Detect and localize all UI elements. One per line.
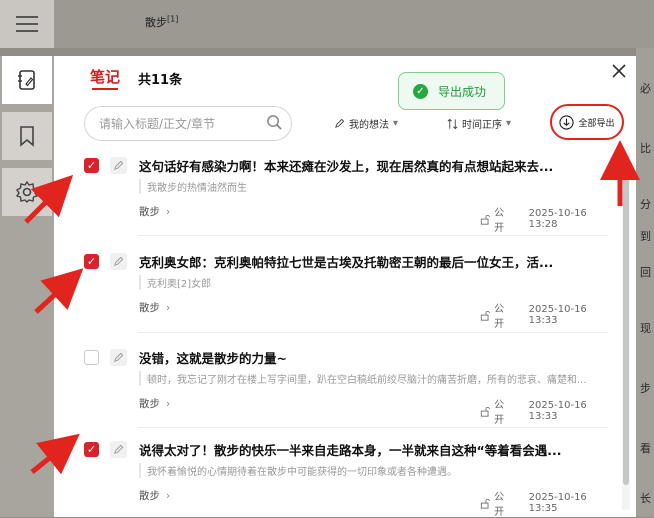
entry-meta: 公开 2025-10-16 13:35 — [480, 488, 612, 518]
filter-mine-dropdown[interactable]: 我的想法 ▾ — [334, 116, 398, 131]
sidebar-item-bookmarks[interactable] — [2, 112, 52, 160]
entry-visibility: 公开 — [494, 400, 505, 426]
search-input[interactable] — [84, 106, 292, 141]
bookmark-icon — [20, 126, 34, 147]
entry-checkbox[interactable]: ✓ — [84, 442, 99, 457]
sort-dropdown[interactable]: 时间正序 ▾ — [447, 116, 511, 131]
lock-open-icon — [480, 498, 490, 509]
entry-quote: 我怀着愉悦的心情期待着在散步中可能获得的一切印象或者各种遭遇。 — [139, 463, 597, 478]
chevron-down-icon: ▾ — [393, 118, 399, 129]
export-all-label: 全部导出 — [578, 118, 615, 129]
reader-chapter-title: 散步[1] — [145, 14, 179, 29]
tab-active-indicator — [92, 88, 118, 90]
list-item[interactable]: 没错，这就是散步的力量~ 顿时，我忘记了刚才在楼上写字间里，趴在空白稿纸前绞尽脑… — [82, 344, 612, 426]
list-item[interactable]: ✓ 说得太对了！散步的快乐一半来自走路本身，一半就来自这种“等着看会遇... 我… — [82, 436, 612, 518]
pen-icon — [335, 118, 345, 128]
close-button[interactable] — [612, 62, 626, 83]
divider — [138, 235, 608, 236]
lock-open-icon — [480, 310, 490, 321]
entry-date: 2025-10-16 13:33 — [528, 304, 587, 326]
reader-glyph: 现 — [640, 322, 651, 335]
toast-text: 导出成功 — [438, 84, 487, 99]
reader-glyph: 必 — [640, 82, 651, 95]
chevron-down-icon: ▾ — [506, 118, 512, 129]
reader-glyph: 分 — [640, 198, 651, 211]
entry-date: 2025-10-16 13:28 — [528, 208, 587, 230]
notebook-icon — [18, 70, 35, 90]
reader-glyph: 看 — [640, 442, 651, 455]
sidebar-item-notes[interactable] — [2, 56, 52, 104]
pen-icon — [110, 441, 127, 458]
entry-chapter: 散步 — [139, 398, 160, 410]
reader-glyph: 长 — [640, 492, 651, 505]
export-all-button[interactable]: 全部导出 — [550, 104, 624, 140]
entry-checkbox[interactable]: ✓ — [84, 254, 99, 269]
chevron-right-icon: › — [166, 206, 171, 218]
reader-glyph: 到 — [640, 230, 651, 243]
menu-icon — [16, 16, 38, 32]
entry-chapter-link[interactable]: 散步 › — [139, 300, 170, 315]
tab-notes[interactable]: 笔记 — [90, 66, 120, 87]
entry-meta: 公开 2025-10-16 13:33 — [480, 300, 612, 330]
entry-date: 2025-10-16 13:33 — [528, 400, 587, 422]
entry-chapter-link[interactable]: 散步 › — [139, 396, 170, 411]
entry-title: 说得太对了！散步的快乐一半来自走路本身，一半就来自这种“等着看会遇... — [139, 443, 562, 458]
chevron-right-icon: › — [166, 398, 171, 410]
divider — [138, 332, 608, 333]
search-icon — [267, 115, 282, 130]
menu-button[interactable] — [0, 0, 54, 48]
sort-icon — [447, 118, 458, 129]
gear-icon — [15, 180, 39, 203]
entry-chapter: 散步 — [139, 206, 160, 218]
entry-checkbox[interactable] — [84, 350, 99, 365]
entry-visibility: 公开 — [494, 304, 505, 330]
pen-icon — [110, 349, 127, 366]
divider — [138, 427, 608, 428]
entry-chapter-link[interactable]: 散步 › — [139, 204, 170, 219]
entry-visibility: 公开 — [494, 492, 505, 518]
chevron-right-icon: › — [166, 302, 171, 314]
sidebar-item-settings[interactable] — [2, 168, 52, 216]
export-success-toast: ✓ 导出成功 — [398, 72, 505, 110]
lock-open-icon — [480, 406, 490, 417]
list-item[interactable]: ✓ 克利奥女郎：克利奥帕特拉七世是古埃及托勒密王朝的最后一位女王，活... 克利… — [82, 248, 612, 330]
list-item[interactable]: ✓ 这句话好有感染力啊！本来还瘫在沙发上，现在居然真的有点想站起来去... 我散… — [82, 152, 612, 234]
entry-chapter: 散步 — [139, 490, 160, 502]
pen-icon — [110, 253, 127, 270]
notes-count: 共11条 — [138, 73, 183, 88]
entry-checkbox[interactable]: ✓ — [84, 158, 99, 173]
entry-chapter-link[interactable]: 散步 › — [139, 488, 170, 503]
close-icon — [612, 64, 626, 78]
reader-glyph: 比 — [640, 142, 651, 155]
entry-quote: 克利奥[2]女郎 — [139, 275, 597, 290]
entry-quote: 顿时，我忘记了刚才在楼上写字间里，趴在空白稿纸前绞尽脑汁的痛苦折磨，所有的悲哀、… — [139, 371, 597, 386]
entry-visibility: 公开 — [494, 208, 505, 234]
entry-chapter: 散步 — [139, 302, 160, 314]
check-circle-icon: ✓ — [413, 83, 428, 99]
entry-meta: 公开 2025-10-16 13:28 — [480, 204, 612, 234]
entry-date: 2025-10-16 13:35 — [528, 492, 587, 514]
reader-glyph: 回 — [640, 266, 651, 279]
pen-icon — [110, 157, 127, 174]
chevron-right-icon: › — [166, 490, 171, 502]
entry-meta: 公开 2025-10-16 13:33 — [480, 396, 612, 426]
entry-title: 克利奥女郎：克利奥帕特拉七世是古埃及托勒密王朝的最后一位女王，活... — [139, 255, 554, 270]
entry-quote: 我散步的热情油然而生 — [139, 179, 597, 194]
lock-open-icon — [480, 214, 490, 225]
filter-mine-label: 我的想法 — [349, 120, 389, 131]
reader-header — [0, 0, 654, 48]
download-icon — [559, 114, 575, 130]
entry-title: 这句话好有感染力啊！本来还瘫在沙发上，现在居然真的有点想站起来去... — [139, 159, 554, 174]
scrollbar-thumb[interactable] — [623, 155, 629, 485]
reader-glyph: 步 — [640, 382, 651, 395]
sort-label: 时间正序 — [462, 120, 502, 131]
entry-title: 没错，这就是散步的力量~ — [139, 351, 287, 366]
